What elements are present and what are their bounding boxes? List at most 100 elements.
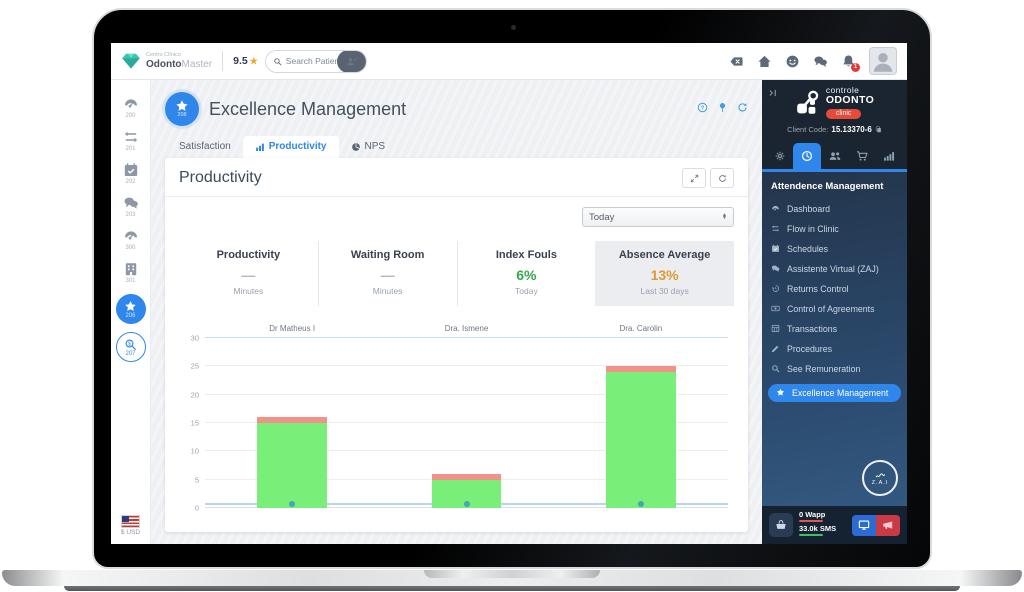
baseline-dot (289, 501, 295, 507)
page-badge: 208 (165, 92, 199, 126)
monitor-button[interactable] (852, 515, 876, 536)
productivity-chart: 051015202530Dr Matheus IDra. IsmeneDra. … (179, 320, 734, 520)
svg-text:$: $ (128, 341, 131, 347)
stat-value: — (323, 267, 453, 283)
us-flag-icon[interactable] (122, 516, 139, 527)
collapse-sidebar-icon[interactable] (768, 85, 778, 95)
sidebar-item-transactions[interactable]: Transactions (771, 324, 898, 334)
rail-item-203[interactable]: 203 (123, 195, 139, 218)
avatar-silhouette-icon (870, 48, 896, 74)
sidebar-nav-signal-bars[interactable] (876, 143, 903, 169)
stat-sub: Last 30 days (599, 286, 730, 296)
header-divider (222, 51, 223, 71)
wapp-count: 0 Wapp (799, 511, 836, 519)
chat-bubbles-icon (813, 54, 828, 69)
question-button[interactable]: ? (697, 100, 708, 118)
rail-items: 200 201 202 203 300 301 206 $207 (116, 96, 146, 372)
period-select[interactable]: Today ▲▼ (582, 207, 734, 227)
stat-waiting-room: Waiting Room—Minutes (318, 241, 457, 306)
calendar-check-icon (771, 244, 780, 253)
rail-item-301[interactable]: 301 (123, 261, 139, 284)
y-axis-tick: 0 (179, 504, 199, 513)
sidebar-item-see-remuneration[interactable]: See Remuneration (771, 364, 898, 374)
rail-bottom: $ USD (121, 516, 140, 544)
sidebar-item-control-of-agreements[interactable]: Control of Agreements (771, 304, 898, 314)
message-counters: 0 Wapp 33.0k SMS (799, 511, 836, 539)
rail-item-number: 203 (125, 212, 135, 218)
rail-item-number: 301 (125, 278, 135, 284)
sidebar-item-label: See Remuneration (787, 364, 860, 374)
chat-bubbles-icon (771, 264, 780, 273)
money-icon (771, 304, 780, 313)
user-avatar[interactable] (869, 47, 897, 75)
sidebar-nav-cart[interactable] (848, 143, 875, 169)
megaphone-button[interactable] (876, 515, 900, 536)
tab-nps[interactable]: NPS (339, 136, 398, 158)
bell-button[interactable]: 1 (841, 54, 856, 69)
tab-label: NPS (365, 141, 386, 152)
laptop-base-lip (64, 586, 960, 591)
pin-button[interactable] (717, 100, 728, 118)
rail-item-number: 200 (125, 113, 135, 119)
sidebar-nav-gears[interactable] (766, 143, 793, 169)
rail-item-300[interactable]: 300 (123, 228, 139, 251)
home-button[interactable] (757, 54, 772, 69)
copy-icon[interactable] (875, 126, 882, 133)
controle-odonto-logo: controle ODONTO clinic (769, 86, 900, 119)
sidebar-item-procedures[interactable]: Procedures (771, 344, 898, 354)
expand-button[interactable] (682, 168, 706, 188)
sidebar-item-label: Excellence Management (792, 388, 888, 398)
search-input[interactable] (282, 56, 337, 66)
client-code-label: Client Code: (787, 125, 828, 134)
tag-x-button[interactable] (729, 54, 744, 69)
sidebar-item-label: Control of Agreements (787, 304, 875, 314)
zai-assistant-button[interactable]: Z.A.I (862, 460, 898, 496)
rail-item-200[interactable]: 200 (123, 96, 139, 119)
svg-text:?: ? (701, 106, 705, 112)
tab-productivity[interactable]: Productivity (243, 136, 339, 158)
sidebar-nav-clock[interactable] (793, 143, 820, 169)
rail-item-206[interactable]: 206 (116, 294, 146, 324)
star-icon: ★ (250, 56, 258, 67)
sidebar-item-schedules[interactable]: Schedules (771, 244, 898, 254)
logo-line2: ODONTO (826, 95, 874, 107)
sidebar-menu-items: Dashboard Flow in Clinic Schedules Assisten… (771, 204, 898, 402)
refresh-button[interactable] (737, 100, 748, 118)
y-axis-tick: 10 (179, 447, 199, 456)
rail-item-number: 300 (125, 245, 135, 251)
sidebar-item-returns-control[interactable]: Returns Control (771, 284, 898, 294)
clock-icon (801, 150, 813, 162)
rail-item-201[interactable]: 201 (123, 129, 139, 152)
client-code-row: Client Code: 15.13370-6 (769, 125, 900, 134)
refresh-icon (718, 174, 727, 183)
person-plus-icon (346, 56, 357, 67)
brand-logo[interactable]: Centro Clínico OdontoMaster (121, 51, 212, 71)
webcam-dot (511, 25, 516, 30)
star-icon (124, 300, 137, 313)
sidebar-nav-tabs (762, 143, 907, 172)
sidebar-nav-people[interactable] (821, 143, 848, 169)
app-header: Centro Clínico OdontoMaster 9.5 ★ 1 (111, 43, 907, 80)
chat-bubbles-button[interactable] (813, 54, 828, 69)
search-dollar-icon: $ (124, 338, 137, 351)
sidebar-item-flow-in-clinic[interactable]: Flow in Clinic (771, 224, 898, 234)
add-patient-button[interactable] (337, 50, 366, 73)
baseline-dot (464, 501, 470, 507)
page-title: Excellence Management (209, 99, 406, 120)
pencil-icon (771, 344, 780, 353)
sidebar-item-excellence-management[interactable]: Excellence Management (768, 384, 901, 402)
speedometer-icon (771, 204, 780, 213)
sidebar-item-assistente-virtual-zaj[interactable]: Assistente Virtual (ZAJ) (771, 264, 898, 274)
tab-satisfaction[interactable]: Satisfaction (167, 136, 243, 158)
rail-item-202[interactable]: 202 (123, 162, 139, 185)
y-axis-tick: 20 (179, 390, 199, 399)
basket-button[interactable] (769, 513, 793, 537)
rail-item-207[interactable]: $207 (116, 332, 146, 362)
support-face-button[interactable] (785, 54, 800, 69)
sidebar-item-label: Returns Control (787, 284, 849, 294)
sidebar-item-dashboard[interactable]: Dashboard (771, 204, 898, 214)
sidebar-item-label: Schedules (787, 244, 828, 254)
stat-label: Index Fouls (462, 249, 592, 261)
refresh-button[interactable] (710, 168, 734, 188)
page-badge-number: 208 (177, 113, 186, 119)
